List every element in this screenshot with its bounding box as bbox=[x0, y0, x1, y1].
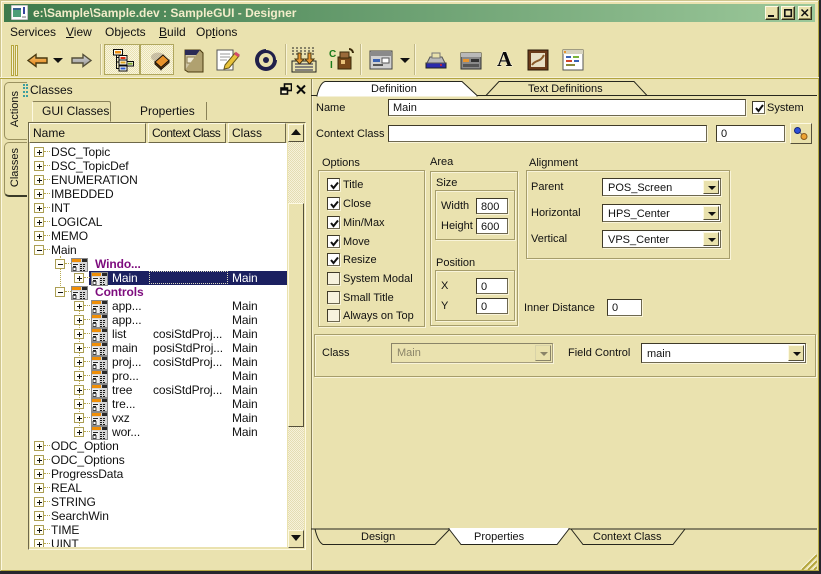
svg-text:A: A bbox=[497, 47, 513, 71]
svg-text:C: C bbox=[329, 49, 336, 60]
svg-text:I: I bbox=[330, 60, 333, 71]
